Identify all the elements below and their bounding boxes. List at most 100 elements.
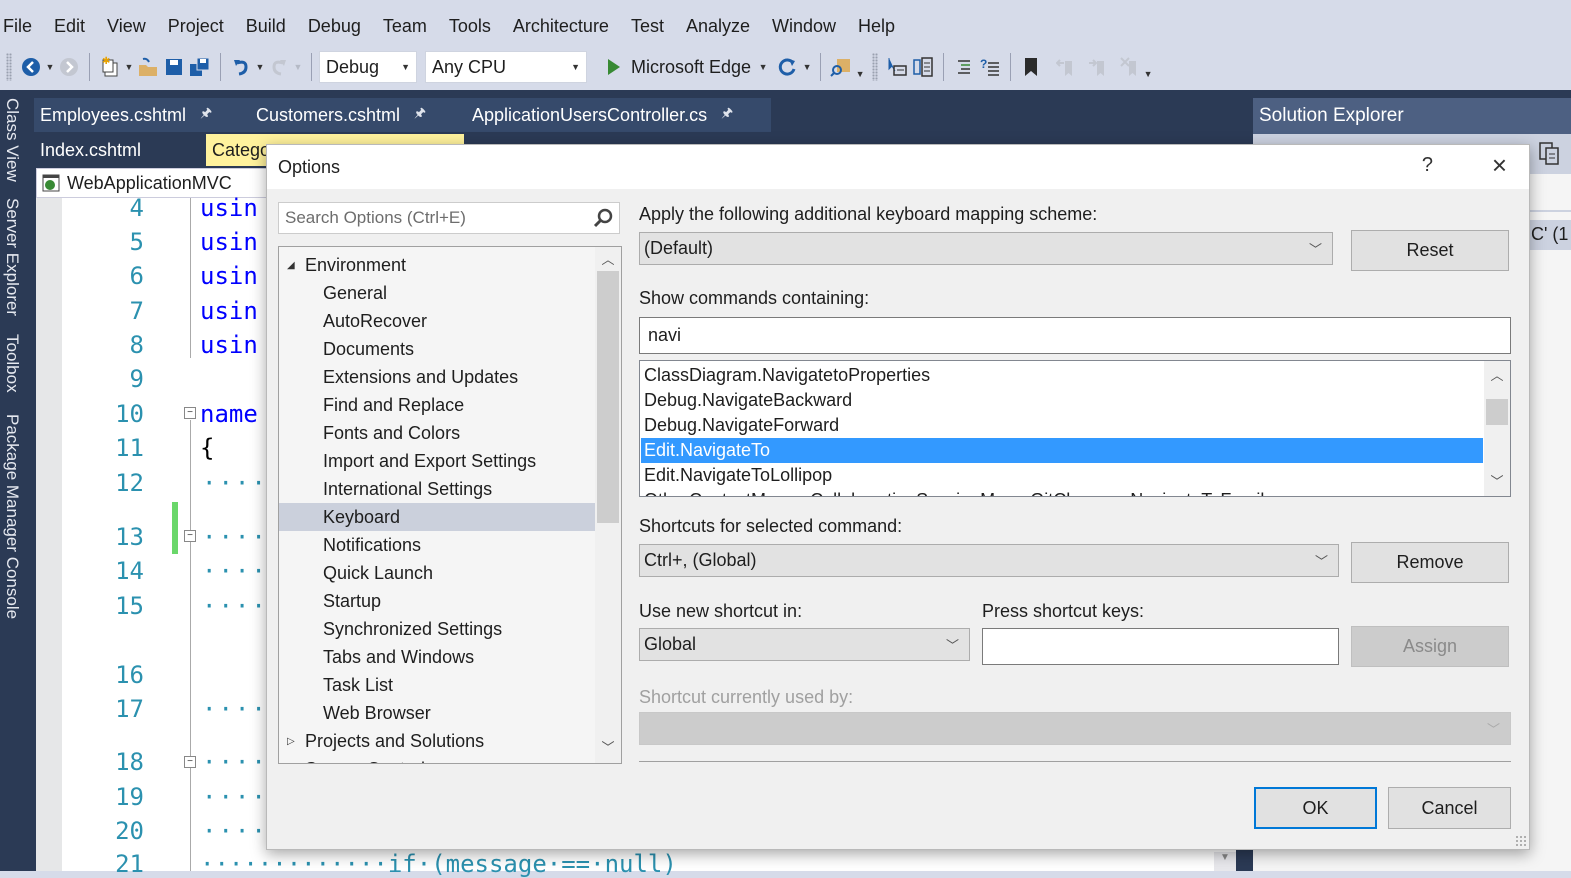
tree-item-projects-and-solutions[interactable]: ▷ Projects and Solutions: [279, 727, 595, 755]
code-line[interactable]: ····: [202, 557, 268, 585]
command-item[interactable]: Edit.NavigateTo: [641, 438, 1483, 463]
copy-icon[interactable]: [1539, 142, 1561, 171]
side-tab-toolbox[interactable]: Toolbox: [2, 334, 22, 393]
code-line[interactable]: usin: [200, 194, 258, 222]
ok-button[interactable]: OK: [1254, 787, 1377, 829]
class-view-icon[interactable]: [910, 53, 936, 81]
tree-item-synchronized-settings[interactable]: Synchronized Settings: [279, 615, 595, 643]
search-options-input[interactable]: Search Options (Ctrl+E): [278, 202, 620, 234]
tree-item-source-control[interactable]: ▷ Source Control: [279, 755, 595, 764]
new-dropdown-icon[interactable]: ▼: [123, 53, 135, 81]
clear-bookmarks-icon[interactable]: [1116, 53, 1142, 81]
find-in-files-icon[interactable]: [828, 53, 854, 81]
save-icon[interactable]: [161, 53, 187, 81]
search-icon[interactable]: [593, 208, 613, 228]
code-line[interactable]: ·············if·(message·==·null): [200, 850, 677, 878]
pin-icon[interactable]: 🖈: [414, 104, 426, 126]
refresh-icon[interactable]: [775, 53, 801, 81]
scrollbar-thumb[interactable]: [597, 271, 619, 523]
save-all-icon[interactable]: [187, 53, 213, 81]
toolbar-grip[interactable]: [872, 53, 879, 81]
editor-scroll-down-icon[interactable]: ▼: [1214, 852, 1236, 871]
tree-item-keyboard[interactable]: Keyboard: [279, 503, 595, 531]
side-tab-server-explorer[interactable]: Server Explorer: [2, 198, 22, 316]
doc-tab-applicationuserscontroller[interactable]: ApplicationUsersController.cs 🖈: [466, 104, 766, 126]
menu-file[interactable]: File: [0, 16, 43, 37]
shortcut-used-by-select[interactable]: ﹀: [639, 712, 1511, 745]
start-icon[interactable]: [601, 53, 627, 81]
menu-project[interactable]: Project: [157, 16, 235, 37]
pin-icon[interactable]: 🖈: [721, 104, 733, 126]
help-button[interactable]: ?: [1422, 154, 1433, 177]
code-line[interactable]: ····: [202, 469, 268, 497]
undo-icon[interactable]: [228, 53, 254, 81]
collapse-icon[interactable]: −: [184, 756, 196, 768]
tree-item-notifications[interactable]: Notifications: [279, 531, 595, 559]
run-target-label[interactable]: Microsoft Edge: [631, 57, 751, 78]
menu-edit[interactable]: Edit: [43, 16, 96, 37]
scroll-down-icon[interactable]: ﹀: [595, 737, 621, 756]
side-tab-class-view[interactable]: Class View: [2, 98, 22, 182]
tree-item-find-and-replace[interactable]: Find and Replace: [279, 391, 595, 419]
tree-item-international-settings[interactable]: International Settings: [279, 475, 595, 503]
tree-item-import-and-export-settings[interactable]: Import and Export Settings: [279, 447, 595, 475]
back-icon[interactable]: [18, 53, 44, 81]
assign-button[interactable]: Assign: [1351, 626, 1509, 667]
tree-item-environment[interactable]: ◢ Environment: [279, 251, 595, 279]
collapse-icon[interactable]: −: [184, 530, 196, 542]
resize-grip[interactable]: [1515, 835, 1527, 847]
toolbar-overflow-icon[interactable]: ▼: [1142, 53, 1154, 81]
tree-item-tabs-and-windows[interactable]: Tabs and Windows: [279, 643, 595, 671]
run-target-dropdown-icon[interactable]: ▼: [757, 53, 769, 81]
menu-tools[interactable]: Tools: [438, 16, 502, 37]
refresh-dropdown-icon[interactable]: ▼: [801, 53, 813, 81]
options-tree[interactable]: ◢ Environment General AutoRecover Documents E…: [278, 246, 622, 764]
code-line[interactable]: ····: [202, 748, 268, 776]
scroll-down-icon[interactable]: ﹀: [1484, 471, 1510, 490]
shortcuts-select[interactable]: Ctrl+, (Global) ﹀: [639, 544, 1339, 577]
uncomment-icon[interactable]: ?: [977, 53, 1003, 81]
collapse-arrow-icon[interactable]: ◢: [287, 260, 299, 271]
menu-window[interactable]: Window: [761, 16, 847, 37]
command-item[interactable]: Debug.NavigateBackward: [641, 388, 1483, 413]
show-commands-input[interactable]: navi: [639, 317, 1511, 354]
toolbar-grip[interactable]: [6, 53, 12, 81]
menu-analyze[interactable]: Analyze: [675, 16, 761, 37]
menu-architecture[interactable]: Architecture: [502, 16, 620, 37]
code-line[interactable]: name: [200, 400, 258, 428]
press-shortcut-keys-input[interactable]: [982, 628, 1339, 665]
open-folder-icon[interactable]: [135, 53, 161, 81]
code-line[interactable]: ····: [202, 592, 268, 620]
code-line[interactable]: usin: [200, 331, 258, 359]
code-line[interactable]: usin: [200, 297, 258, 325]
tree-item-fonts-and-colors[interactable]: Fonts and Colors: [279, 419, 595, 447]
code-line[interactable]: usin: [200, 262, 258, 290]
cancel-button[interactable]: Cancel: [1388, 787, 1511, 829]
forward-icon[interactable]: [56, 53, 82, 81]
tree-item-documents[interactable]: Documents: [279, 335, 595, 363]
step-icon[interactable]: [884, 53, 910, 81]
commands-list[interactable]: ClassDiagram.NavigatetoProperties Debug.N…: [639, 360, 1511, 497]
code-line[interactable]: usin: [200, 228, 258, 256]
code-line[interactable]: ····: [202, 783, 268, 811]
command-item[interactable]: Debug.NavigateForward: [641, 413, 1483, 438]
redo-dropdown-icon[interactable]: ▼: [292, 53, 304, 81]
doc-tab-employees[interactable]: Employees.cshtml 🖈: [34, 104, 250, 126]
back-dropdown-icon[interactable]: ▼: [44, 53, 56, 81]
menu-test[interactable]: Test: [620, 16, 675, 37]
toolbar-overflow-icon[interactable]: ▼: [854, 53, 866, 81]
tree-item-startup[interactable]: Startup: [279, 587, 595, 615]
configuration-select[interactable]: Debug ▼: [319, 51, 417, 83]
code-line[interactable]: ····: [202, 523, 268, 551]
command-item[interactable]: ClassDiagram.NavigatetoProperties: [641, 363, 1483, 388]
tree-item-extensions-and-updates[interactable]: Extensions and Updates: [279, 363, 595, 391]
mapping-scheme-select[interactable]: (Default) ﹀: [639, 232, 1333, 265]
bookmark-icon[interactable]: [1018, 53, 1044, 81]
tree-item-web-browser[interactable]: Web Browser: [279, 699, 595, 727]
scroll-up-icon[interactable]: ︿: [1484, 365, 1510, 384]
comment-icon[interactable]: [951, 53, 977, 81]
collapse-icon[interactable]: −: [184, 407, 196, 419]
command-item[interactable]: OtherContextMenus.CollaborationSessionMe…: [641, 488, 1483, 496]
tree-item-autorecover[interactable]: AutoRecover: [279, 307, 595, 335]
menu-debug[interactable]: Debug: [297, 16, 372, 37]
